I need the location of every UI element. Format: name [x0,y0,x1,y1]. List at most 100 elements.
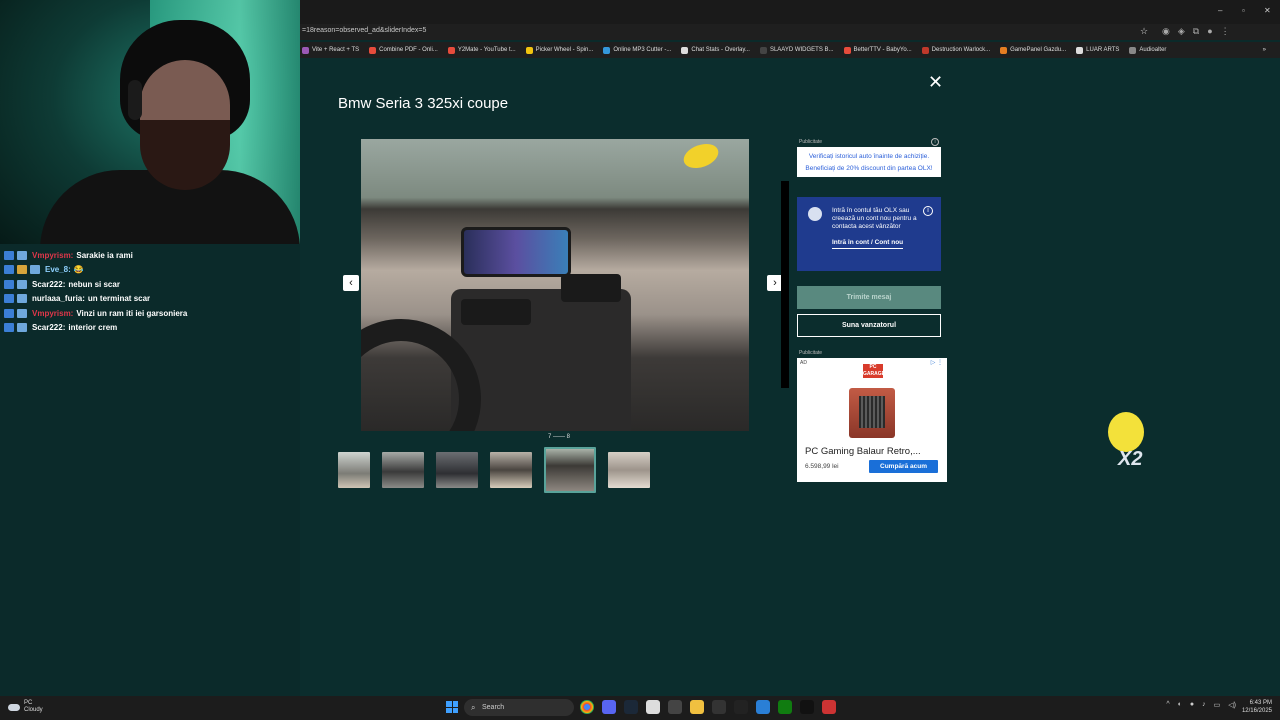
app-icon[interactable] [668,700,682,714]
app-icon[interactable] [734,700,748,714]
bookmark-item[interactable]: Y2Mate - YouTube t... [447,46,516,54]
extension-icon[interactable]: ◉ [1162,26,1170,37]
bookmark-star-icon[interactable]: ☆ [1140,26,1148,37]
weather-label: PC [24,700,33,706]
thumbnail[interactable] [608,452,650,488]
bookmark-item[interactable]: Destruction Warlock... [921,46,990,54]
menu-icon[interactable]: ⋮ [1221,26,1230,37]
chat-message: nurlaaa_furia: un terminat scar [4,292,300,307]
weather-widget[interactable]: PC Cloudy [8,700,43,714]
info-icon[interactable]: i [923,206,933,216]
taskbar: PC Cloudy ⌕ Search ^ ◐ ● ♪ ▭ ◁) 6:43 PM … [0,696,1280,720]
bookmark-item[interactable]: LUAR ARTS [1076,46,1119,54]
bookmark-favicon-icon [369,46,377,54]
bookmark-item[interactable]: Picker Wheel - Spin... [525,46,593,54]
bookmark-item[interactable]: Online MP3 Cutter -... [603,46,671,54]
app-icon[interactable] [822,700,836,714]
thumbnail[interactable] [338,452,370,488]
bookmark-favicon-icon [603,46,611,54]
headset [128,80,142,120]
bookmark-favicon-icon [1076,46,1084,54]
bookmark-item[interactable]: Vite + React + TS [302,46,359,54]
url-text[interactable]: =18reason=observed_ad&sliderIndex=5 [302,27,426,34]
close-window-button[interactable]: ✕ [1264,6,1271,15]
bookmark-item[interactable]: BetterTTV - BabyYo... [843,46,912,54]
login-text: Intră în contul tău OLX sau creează un c… [832,207,917,230]
bookmark-item[interactable]: Chat Stats - Overlay... [681,46,750,54]
chat-text: nebun si scar [68,279,120,289]
air-vent [561,274,621,302]
xbox-icon[interactable] [778,700,792,714]
history-ad-line: Beneficiați de 20% discount din partea O… [805,165,933,172]
minimize-button[interactable]: – [1218,6,1222,15]
bookmarks-more-icon[interactable]: » [1263,47,1266,53]
close-icon[interactable]: ✕ [928,73,943,91]
history-check-ad[interactable]: Verificați istoricul auto înainte de ach… [797,147,941,177]
buy-now-button[interactable]: Cumpără acum [869,460,938,473]
browser-tab-strip: – ▫ ✕ [300,0,1280,24]
product-ad[interactable]: AD ▷ ⋮ PC GARAGE PC Gaming Balaur Retro,… [797,358,947,482]
scrollbar[interactable] [781,181,789,388]
thumbnail[interactable] [490,452,532,488]
tray-app-icon[interactable]: ● [1190,701,1194,709]
extensions-puzzle-icon[interactable]: ⧉ [1193,26,1199,37]
volume-icon[interactable]: ◁) [1228,701,1236,709]
thumbnail[interactable] [382,452,424,488]
product-name[interactable]: PC Gaming Balaur Retro,... [805,446,921,457]
chat-text: Sarakie ia rami [76,250,133,260]
extension-icon[interactable]: ◈ [1178,26,1185,37]
login-link[interactable]: Intră în cont / Cont nou [832,239,904,249]
app-icon[interactable] [756,700,770,714]
adchoices-icon[interactable]: ▷ ⋮ [931,359,943,366]
system-tray: ^ ◐ ● ♪ ▭ ◁) [1166,701,1236,709]
badge-icon [17,323,27,333]
thumbnail[interactable] [436,452,478,488]
address-bar[interactable]: =18reason=observed_ad&sliderIndex=5 ☆ ◉ … [300,24,1280,40]
profile-icon[interactable]: ● [1207,26,1212,37]
bookmark-item[interactable]: Audioalter [1129,46,1166,54]
chrome-icon[interactable] [580,700,594,714]
bookmark-item[interactable]: Combine PDF - Onli... [369,46,438,54]
badge-icon [4,265,14,275]
previous-photo-button[interactable]: ‹ [343,275,359,291]
tray-chevron-icon[interactable]: ^ [1166,701,1169,709]
weather-state: Cloudy [24,707,43,713]
maximize-button[interactable]: ▫ [1242,6,1245,15]
tray-app-icon[interactable]: ◐ [1178,701,1182,709]
air-vent [461,299,531,325]
ad-info-icon[interactable]: i [931,138,939,146]
app-icon[interactable] [646,700,660,714]
call-seller-button[interactable]: Suna vanzatorul [797,314,941,337]
mic-icon[interactable]: ♪ [1202,701,1206,709]
listing-title: Bmw Seria 3 325xi coupe [338,95,509,112]
emote-sticker [680,139,722,173]
bookmarks-bar: Vite + React + TS Combine PDF - Onli... … [300,42,1280,58]
steam-icon[interactable] [624,700,638,714]
file-explorer-icon[interactable] [690,700,704,714]
bookmark-favicon-icon [843,46,851,54]
chat-username: Eve_8: [45,265,71,275]
taskbar-search[interactable]: ⌕ Search [464,699,574,716]
infotainment-screen [461,227,571,277]
bookmark-favicon-icon [1000,46,1008,54]
ad-label: Publicitate [799,139,823,145]
bookmark-item[interactable]: SLAAYD WIDGETS B... [759,46,834,54]
main-photo[interactable] [361,139,749,431]
send-message-button[interactable]: Trimite mesaj [797,286,941,309]
clock[interactable]: 6:43 PM 12/16/2025 [1242,699,1272,715]
chat-message: Scar222: nebun si scar [4,277,300,292]
start-icon[interactable] [446,701,458,713]
chat-text: Vinzi un ram iti iei garsoniera [76,308,188,318]
brand-logo: PC GARAGE [863,364,885,378]
ad-tag: AD [800,360,807,366]
discord-icon[interactable] [602,700,616,714]
thumbnail-selected[interactable] [544,447,596,493]
badge-icon [30,265,40,275]
product-grill [859,396,885,428]
app-icon[interactable] [712,700,726,714]
app-icon[interactable] [800,700,814,714]
network-icon[interactable]: ▭ [1214,701,1221,709]
chat-text: interior crem [68,323,118,333]
badge-icon [4,323,14,333]
bookmark-item[interactable]: GamePanel Gazdu... [1000,46,1066,54]
